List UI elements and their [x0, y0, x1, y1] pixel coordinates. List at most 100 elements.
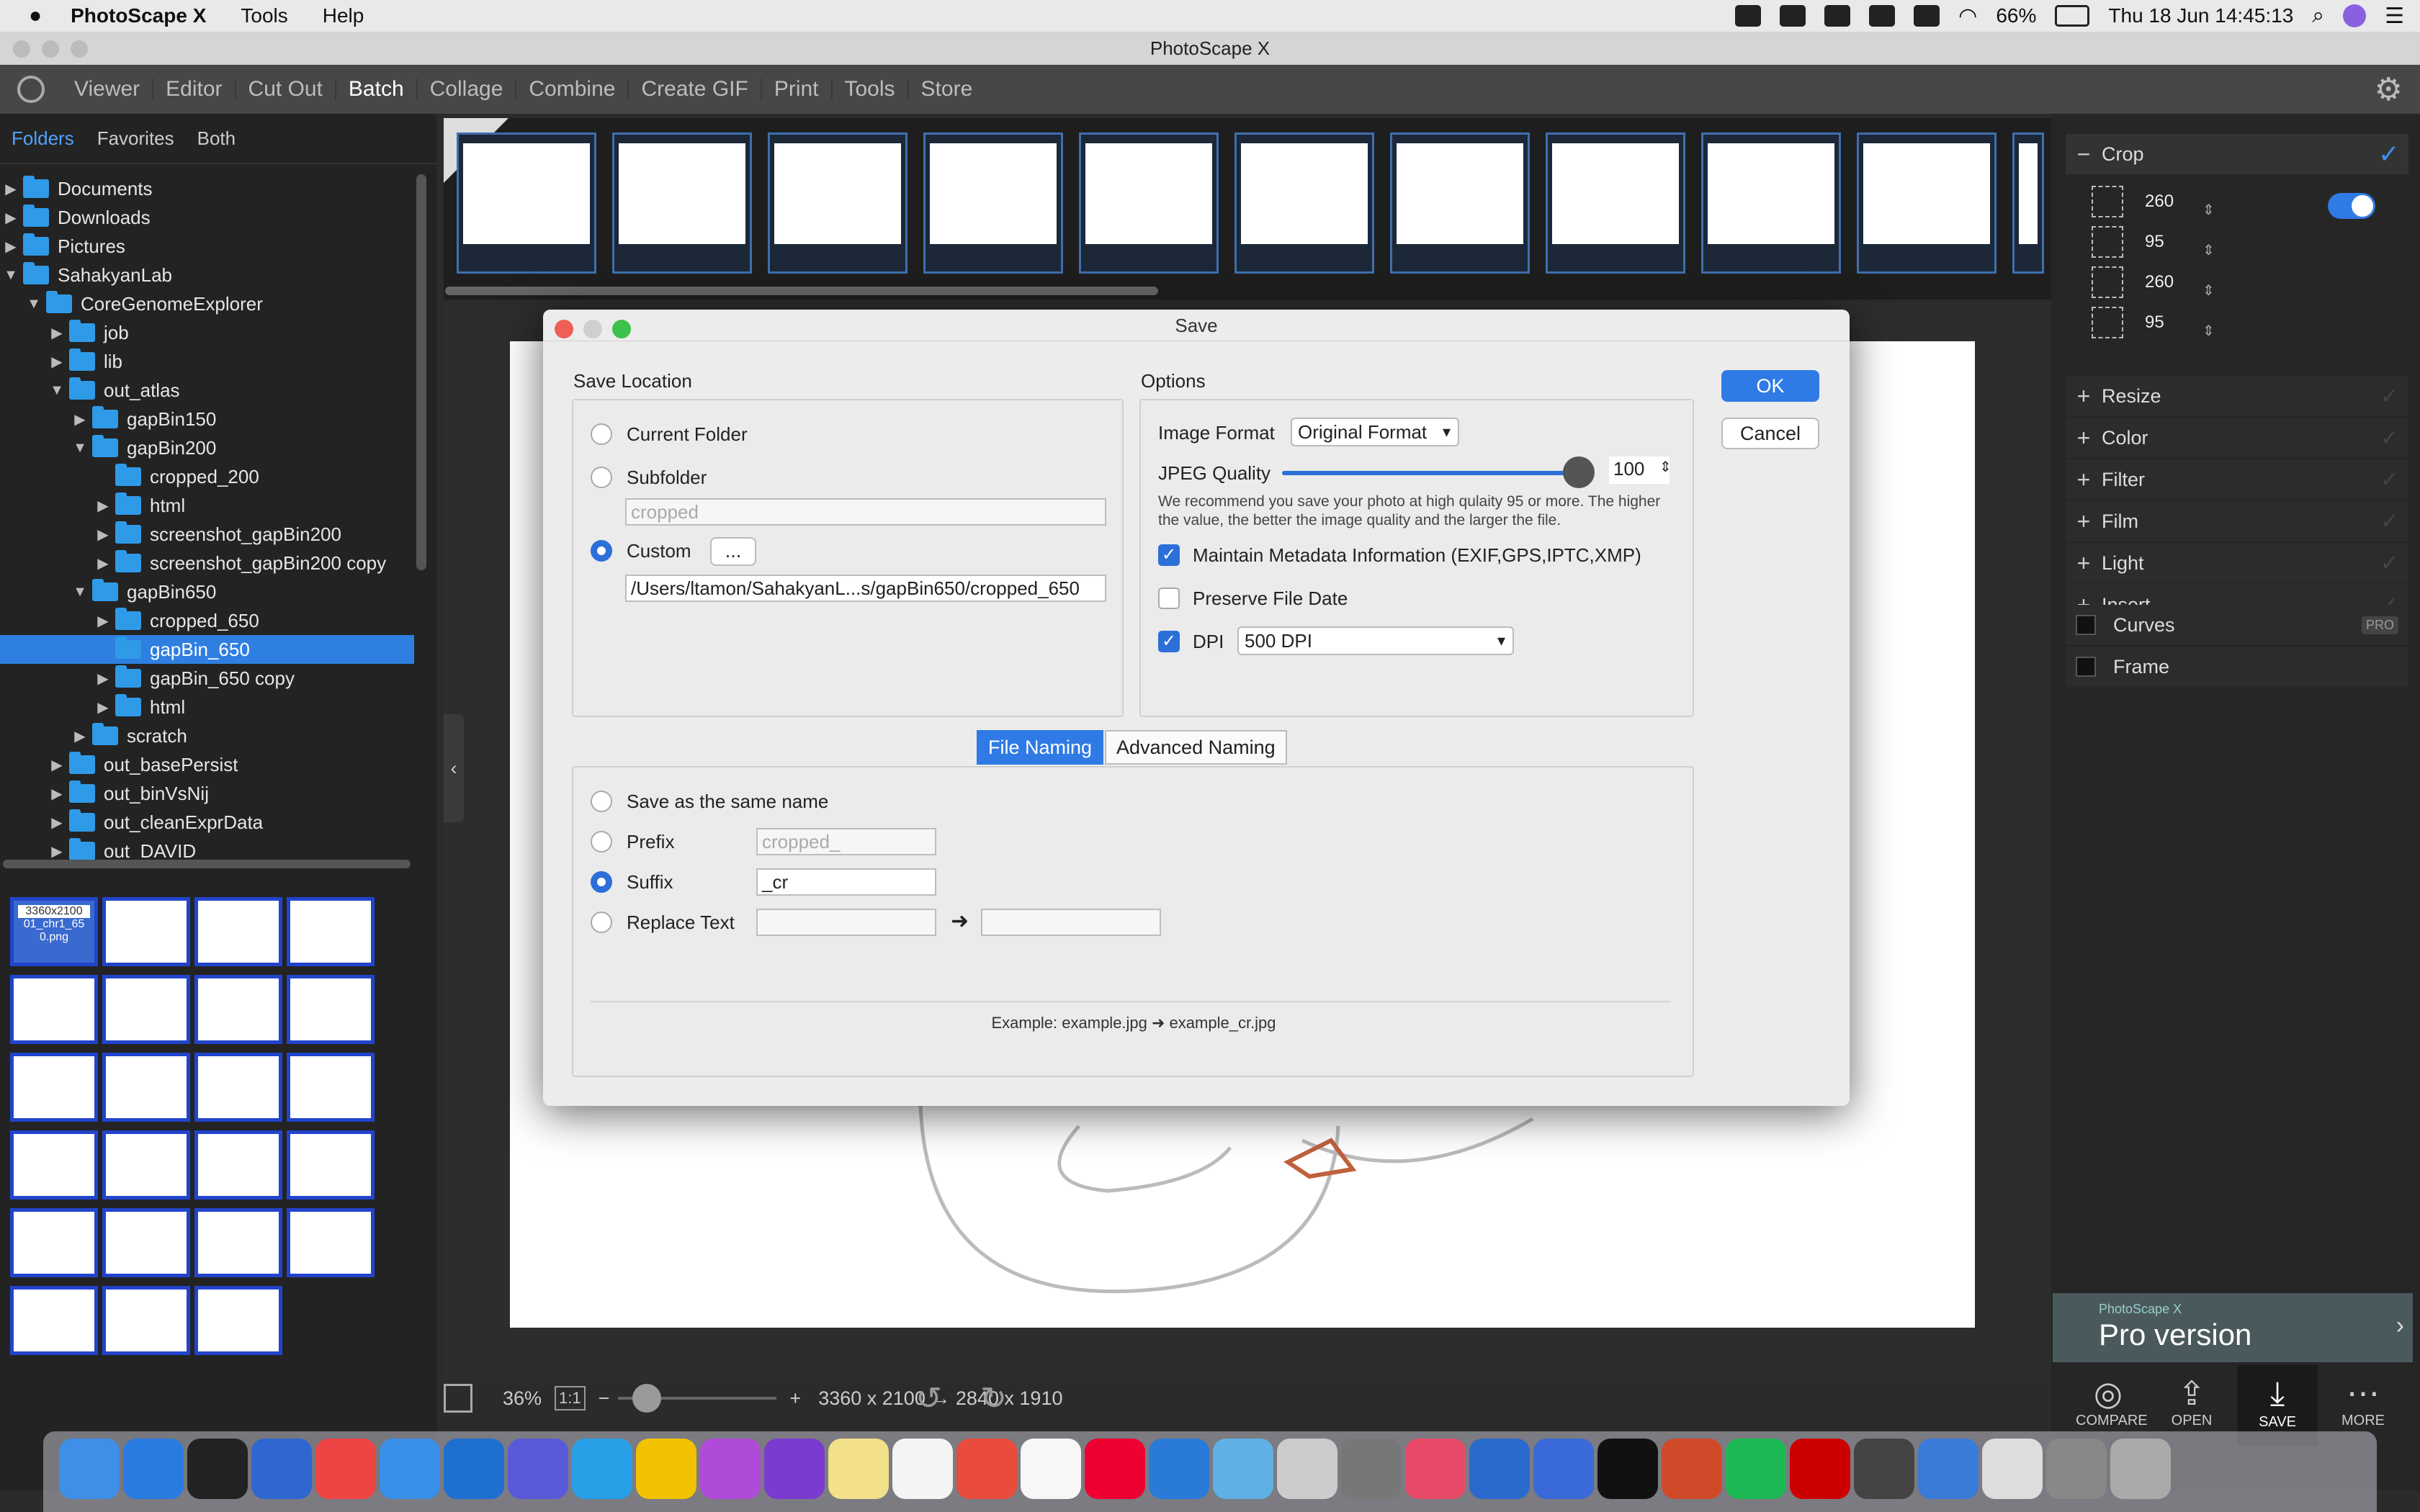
thumbnail[interactable] — [102, 975, 190, 1044]
filmstrip-thumbnail[interactable] — [1546, 132, 1685, 274]
disclosure-triangle-icon[interactable]: ▶ — [92, 670, 114, 688]
tab-print[interactable]: Print — [762, 78, 833, 100]
jpeg-quality-slider[interactable] — [1282, 456, 1595, 488]
filmstrip-thumbnail[interactable] — [768, 132, 908, 274]
dock-app-icon[interactable] — [1277, 1439, 1337, 1499]
tab-collage[interactable]: Collage — [418, 78, 517, 100]
dock-app-icon[interactable] — [892, 1439, 953, 1499]
custom-label[interactable]: Custom — [627, 540, 691, 562]
jpeg-quality-knob[interactable] — [1563, 456, 1595, 488]
tree-item[interactable]: ▶ out_binVsNij — [0, 779, 414, 808]
tree-item[interactable]: ▶ screenshot_gapBin200 — [0, 520, 414, 549]
zoom-out-icon[interactable]: − — [599, 1387, 610, 1410]
browse-button[interactable]: ... — [710, 537, 756, 566]
dock-app-icon[interactable] — [1597, 1439, 1658, 1499]
section-filter[interactable]: + Filter ✓ — [2066, 459, 2408, 500]
tab-file-naming[interactable]: File Naming — [977, 730, 1104, 765]
thumbnail[interactable] — [194, 1286, 282, 1355]
thumbnail[interactable] — [102, 1130, 190, 1200]
filmstrip-thumbnail[interactable] — [923, 132, 1063, 274]
metadata-label[interactable]: Maintain Metadata Information (EXIF,GPS,… — [1193, 544, 1641, 567]
thumbnail[interactable] — [194, 975, 282, 1044]
tree-item[interactable]: ▶ lib — [0, 347, 414, 376]
filmstrip-thumbnail[interactable] — [1234, 132, 1374, 274]
tree-item[interactable]: ▶ html — [0, 491, 414, 520]
tab-both[interactable]: Both — [186, 127, 248, 150]
dock-app-icon[interactable] — [380, 1439, 440, 1499]
tree-item[interactable]: ▶ html — [0, 693, 414, 721]
rotate-left-icon[interactable]: ↺ — [915, 1380, 942, 1417]
thumbnail[interactable] — [287, 975, 375, 1044]
tree-item[interactable]: ▶ gapBin150 — [0, 405, 414, 433]
filmstrip-thumbnail[interactable] — [1701, 132, 1841, 274]
jpeg-quality-stepper[interactable]: ⇕ — [1659, 458, 1672, 476]
dock-app-icon[interactable] — [2046, 1439, 2107, 1499]
apple-icon[interactable]: ● — [29, 4, 42, 28]
dock-app-icon[interactable] — [444, 1439, 504, 1499]
disclosure-triangle-icon[interactable]: ▼ — [0, 267, 22, 284]
thumbnail[interactable] — [194, 1053, 282, 1122]
filmstrip-thumbnail[interactable] — [457, 132, 596, 274]
radio-custom[interactable] — [591, 540, 612, 562]
compare-button[interactable]: ◎ COMPARE — [2076, 1374, 2148, 1429]
dock-app-icon[interactable] — [956, 1439, 1017, 1499]
replace-to-input[interactable] — [981, 909, 1161, 936]
filmstrip-thumbnail[interactable] — [612, 132, 752, 274]
window-minimize-button[interactable] — [42, 40, 59, 58]
cancel-button[interactable]: Cancel — [1721, 418, 1819, 449]
suffix-label[interactable]: Suffix — [627, 871, 673, 894]
apply-check-icon[interactable]: ✓ — [2380, 509, 2398, 534]
dock-app-icon[interactable] — [636, 1439, 696, 1499]
dock-app-icon[interactable] — [1726, 1439, 1786, 1499]
calendar-status-icon[interactable] — [1914, 5, 1940, 27]
dock-app-icon[interactable] — [251, 1439, 312, 1499]
expand-icon[interactable]: + — [2066, 425, 2102, 451]
disclosure-triangle-icon[interactable]: ▶ — [92, 698, 114, 716]
disclosure-triangle-icon[interactable]: ▶ — [69, 410, 91, 428]
dock-app-icon[interactable] — [1085, 1439, 1145, 1499]
tree-item[interactable]: ▶ screenshot_gapBin200 copy — [0, 549, 414, 577]
dock-app-icon[interactable] — [1662, 1439, 1722, 1499]
radio-suffix[interactable] — [591, 871, 612, 893]
radio-prefix[interactable] — [591, 831, 612, 852]
current-folder-label[interactable]: Current Folder — [627, 423, 748, 446]
tree-item[interactable]: ▶ job — [0, 318, 414, 347]
tree-item[interactable]: gapBin_650 — [0, 635, 414, 664]
tree-item[interactable]: ▶ Pictures — [0, 232, 414, 261]
disclosure-triangle-icon[interactable]: ▼ — [69, 440, 91, 456]
radio-same-name[interactable] — [591, 791, 612, 812]
actual-size-button[interactable]: 1:1 — [555, 1386, 586, 1410]
menu-clock[interactable]: Thu 18 Jun 14:45:13 — [2108, 4, 2293, 27]
thumbnail[interactable] — [102, 1286, 190, 1355]
expand-icon[interactable]: + — [2066, 383, 2102, 410]
rotate-right-icon[interactable]: ↻ — [980, 1380, 1007, 1417]
zoom-in-icon[interactable]: + — [789, 1387, 801, 1410]
thumbnail[interactable] — [102, 1053, 190, 1122]
tree-item[interactable]: ▶ out_cleanExprData — [0, 808, 414, 837]
expand-icon[interactable]: + — [2066, 467, 2102, 493]
preserve-date-label[interactable]: Preserve File Date — [1193, 588, 1348, 610]
dock-app-icon[interactable] — [572, 1439, 632, 1499]
disclosure-triangle-icon[interactable]: ▶ — [46, 324, 68, 342]
tree-item[interactable]: ▶ out_basePersist — [0, 750, 414, 779]
replace-from-input[interactable] — [756, 909, 936, 936]
tab-batch[interactable]: Batch — [336, 78, 418, 100]
notification-center-icon[interactable]: ☰ — [2385, 4, 2404, 29]
tree-item[interactable]: ▶ gapBin_650 copy — [0, 664, 414, 693]
thumbnail[interactable] — [102, 1208, 190, 1277]
shield-icon[interactable] — [1869, 5, 1896, 27]
radio-subfolder[interactable] — [591, 467, 612, 488]
tree-item[interactable]: ▶ Documents — [0, 174, 414, 203]
tab-create-gif[interactable]: Create GIF — [629, 78, 762, 100]
section-film[interactable]: + Film ✓ — [2066, 501, 2408, 541]
window-close-button[interactable] — [13, 40, 30, 58]
expand-icon[interactable]: + — [2066, 508, 2102, 535]
thumbnail[interactable] — [287, 1053, 375, 1122]
battery-icon[interactable] — [2055, 5, 2090, 27]
dock-app-icon[interactable] — [1918, 1439, 1978, 1499]
prefix-input[interactable]: cropped_ — [756, 828, 936, 855]
thumbnail[interactable] — [194, 897, 282, 966]
dock-app-icon[interactable] — [1341, 1439, 1402, 1499]
wifi-icon[interactable]: ◠ — [1958, 4, 1977, 29]
image-format-select[interactable]: Original Format — [1291, 418, 1459, 446]
